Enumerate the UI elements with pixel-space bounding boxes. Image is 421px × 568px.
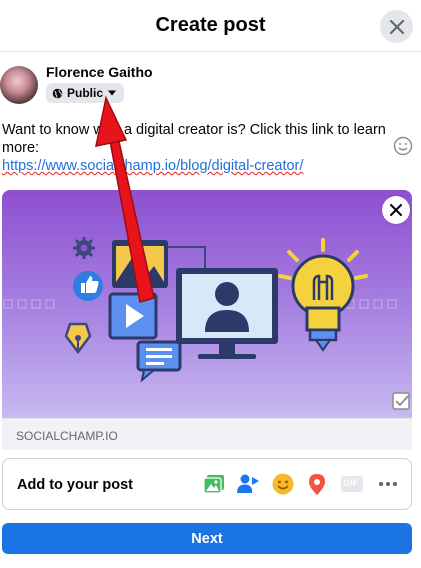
feeling-button[interactable] — [270, 471, 296, 497]
gif-label: GIF — [343, 478, 358, 488]
check-in-icon — [309, 474, 325, 495]
add-to-post-label: Add to your post — [17, 477, 133, 493]
post-text: Want to know who a digital creator is? C… — [2, 122, 386, 156]
caret-down-icon — [108, 90, 117, 96]
video-card — [108, 292, 158, 340]
checkbox-icon[interactable] — [392, 392, 410, 410]
add-to-post-bar: Add to your post GIF — [2, 458, 412, 510]
emoji-button[interactable] — [393, 136, 413, 156]
link-preview-image[interactable] — [2, 190, 412, 442]
check-in-button[interactable] — [304, 471, 330, 497]
remove-preview-button[interactable] — [382, 196, 410, 224]
smiley-icon — [393, 136, 413, 156]
link-preview-domain: SOCIALCHAMP.IO — [16, 429, 118, 443]
post-text-input[interactable]: Want to know who a digital creator is? C… — [2, 121, 397, 175]
tag-people-button[interactable] — [235, 471, 261, 497]
globe-icon — [52, 88, 63, 98]
close-icon — [389, 19, 404, 34]
pen-tool-icon — [64, 322, 92, 355]
image-card — [112, 240, 168, 288]
author-name: Florence Gaitho — [46, 64, 153, 80]
dialog-title: Create post — [155, 14, 266, 36]
post-link[interactable]: https://www.socialchamp.io/blog/digital-… — [2, 158, 303, 174]
digital-creator-illustration — [3, 237, 397, 383]
gear-icon — [73, 237, 95, 259]
feeling-icon — [272, 473, 294, 495]
photo-video-button[interactable] — [201, 471, 227, 497]
audience-label: Public — [67, 86, 104, 100]
lightbulb — [278, 238, 368, 352]
link-preview-footer[interactable]: SOCIALCHAMP.IO — [2, 418, 412, 450]
like-icon — [73, 271, 103, 301]
avatar[interactable] — [0, 66, 38, 104]
chat-bubble — [136, 340, 182, 383]
photo-video-icon — [203, 475, 224, 494]
more-icon — [379, 482, 397, 486]
next-button[interactable]: Next — [2, 523, 412, 554]
monitor — [176, 268, 278, 359]
close-icon — [390, 204, 402, 216]
dialog-header: Create post — [0, 0, 421, 52]
audience-selector[interactable]: Public — [46, 83, 125, 103]
more-options-button[interactable] — [375, 471, 401, 497]
close-button[interactable] — [380, 10, 413, 43]
tag-people-icon — [237, 474, 259, 493]
gif-button[interactable]: GIF — [339, 471, 365, 497]
